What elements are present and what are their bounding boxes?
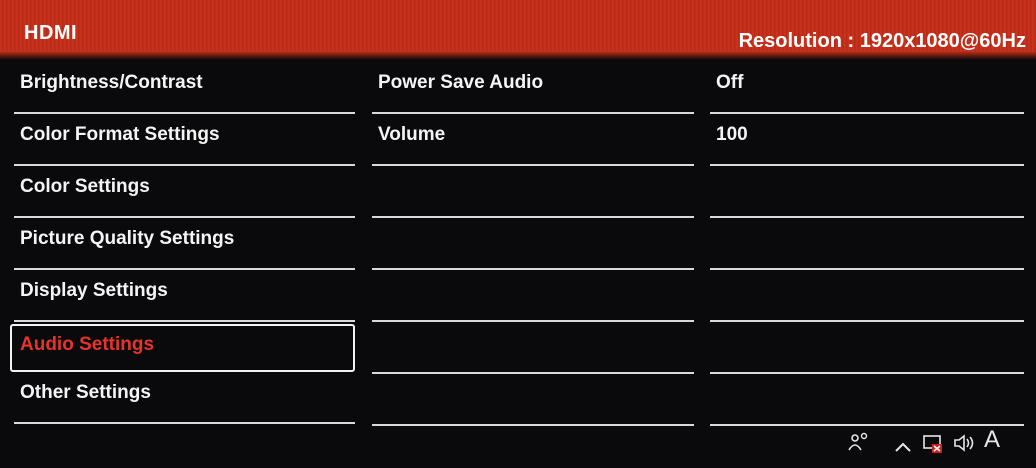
- menu-item-label: Other Settings: [20, 382, 151, 403]
- option-empty: [368, 374, 694, 426]
- menu-item-label: Display Settings: [20, 280, 168, 301]
- menu-item-brightness-contrast[interactable]: Brightness/Contrast: [10, 62, 355, 114]
- menu-item-display-settings[interactable]: Display Settings: [10, 270, 355, 322]
- chevron-up-icon[interactable]: [894, 434, 912, 460]
- submenu-values: Off 100: [706, 62, 1024, 426]
- value-volume[interactable]: 100: [706, 114, 1024, 166]
- menu-item-color-format-settings[interactable]: Color Format Settings: [10, 114, 355, 166]
- menu-item-audio-settings[interactable]: Audio Settings: [10, 324, 355, 372]
- menu-item-label: Audio Settings: [20, 334, 155, 355]
- value-power-save-audio[interactable]: Off: [706, 62, 1024, 114]
- system-tray: A: [830, 420, 1036, 468]
- option-empty: [368, 270, 694, 322]
- menu-item-other-settings[interactable]: Other Settings: [10, 372, 355, 424]
- menu-item-label: Picture Quality Settings: [20, 228, 235, 249]
- option-empty: [368, 218, 694, 270]
- resolution-readout: Resolution : 1920x1080@60Hz: [738, 30, 1026, 52]
- people-icon[interactable]: [846, 430, 872, 462]
- network-icon[interactable]: [922, 432, 944, 460]
- option-value: Off: [716, 72, 744, 93]
- submenu-options: Power Save Audio Volume: [368, 62, 694, 426]
- value-empty: [706, 374, 1024, 426]
- osd-header-bar: HDMI Resolution : 1920x1080@60Hz: [0, 0, 1036, 60]
- value-empty: [706, 166, 1024, 218]
- value-empty: [706, 218, 1024, 270]
- main-menu: Brightness/Contrast Color Format Setting…: [10, 62, 355, 424]
- menu-item-label: Brightness/Contrast: [20, 72, 203, 93]
- speaker-icon[interactable]: [952, 432, 976, 460]
- option-volume[interactable]: Volume: [368, 114, 694, 166]
- input-source-label: HDMI: [24, 22, 78, 44]
- menu-item-picture-quality-settings[interactable]: Picture Quality Settings: [10, 218, 355, 270]
- menu-item-label: Color Settings: [20, 176, 150, 197]
- ime-icon[interactable]: A: [984, 426, 1000, 454]
- option-label: Volume: [378, 124, 446, 145]
- value-empty: [706, 270, 1024, 322]
- option-power-save-audio[interactable]: Power Save Audio: [368, 62, 694, 114]
- option-empty: [368, 166, 694, 218]
- menu-item-label: Color Format Settings: [20, 124, 220, 145]
- option-empty: [368, 322, 694, 374]
- option-value: 100: [716, 124, 748, 145]
- value-empty: [706, 322, 1024, 374]
- menu-item-color-settings[interactable]: Color Settings: [10, 166, 355, 218]
- option-label: Power Save Audio: [378, 72, 544, 93]
